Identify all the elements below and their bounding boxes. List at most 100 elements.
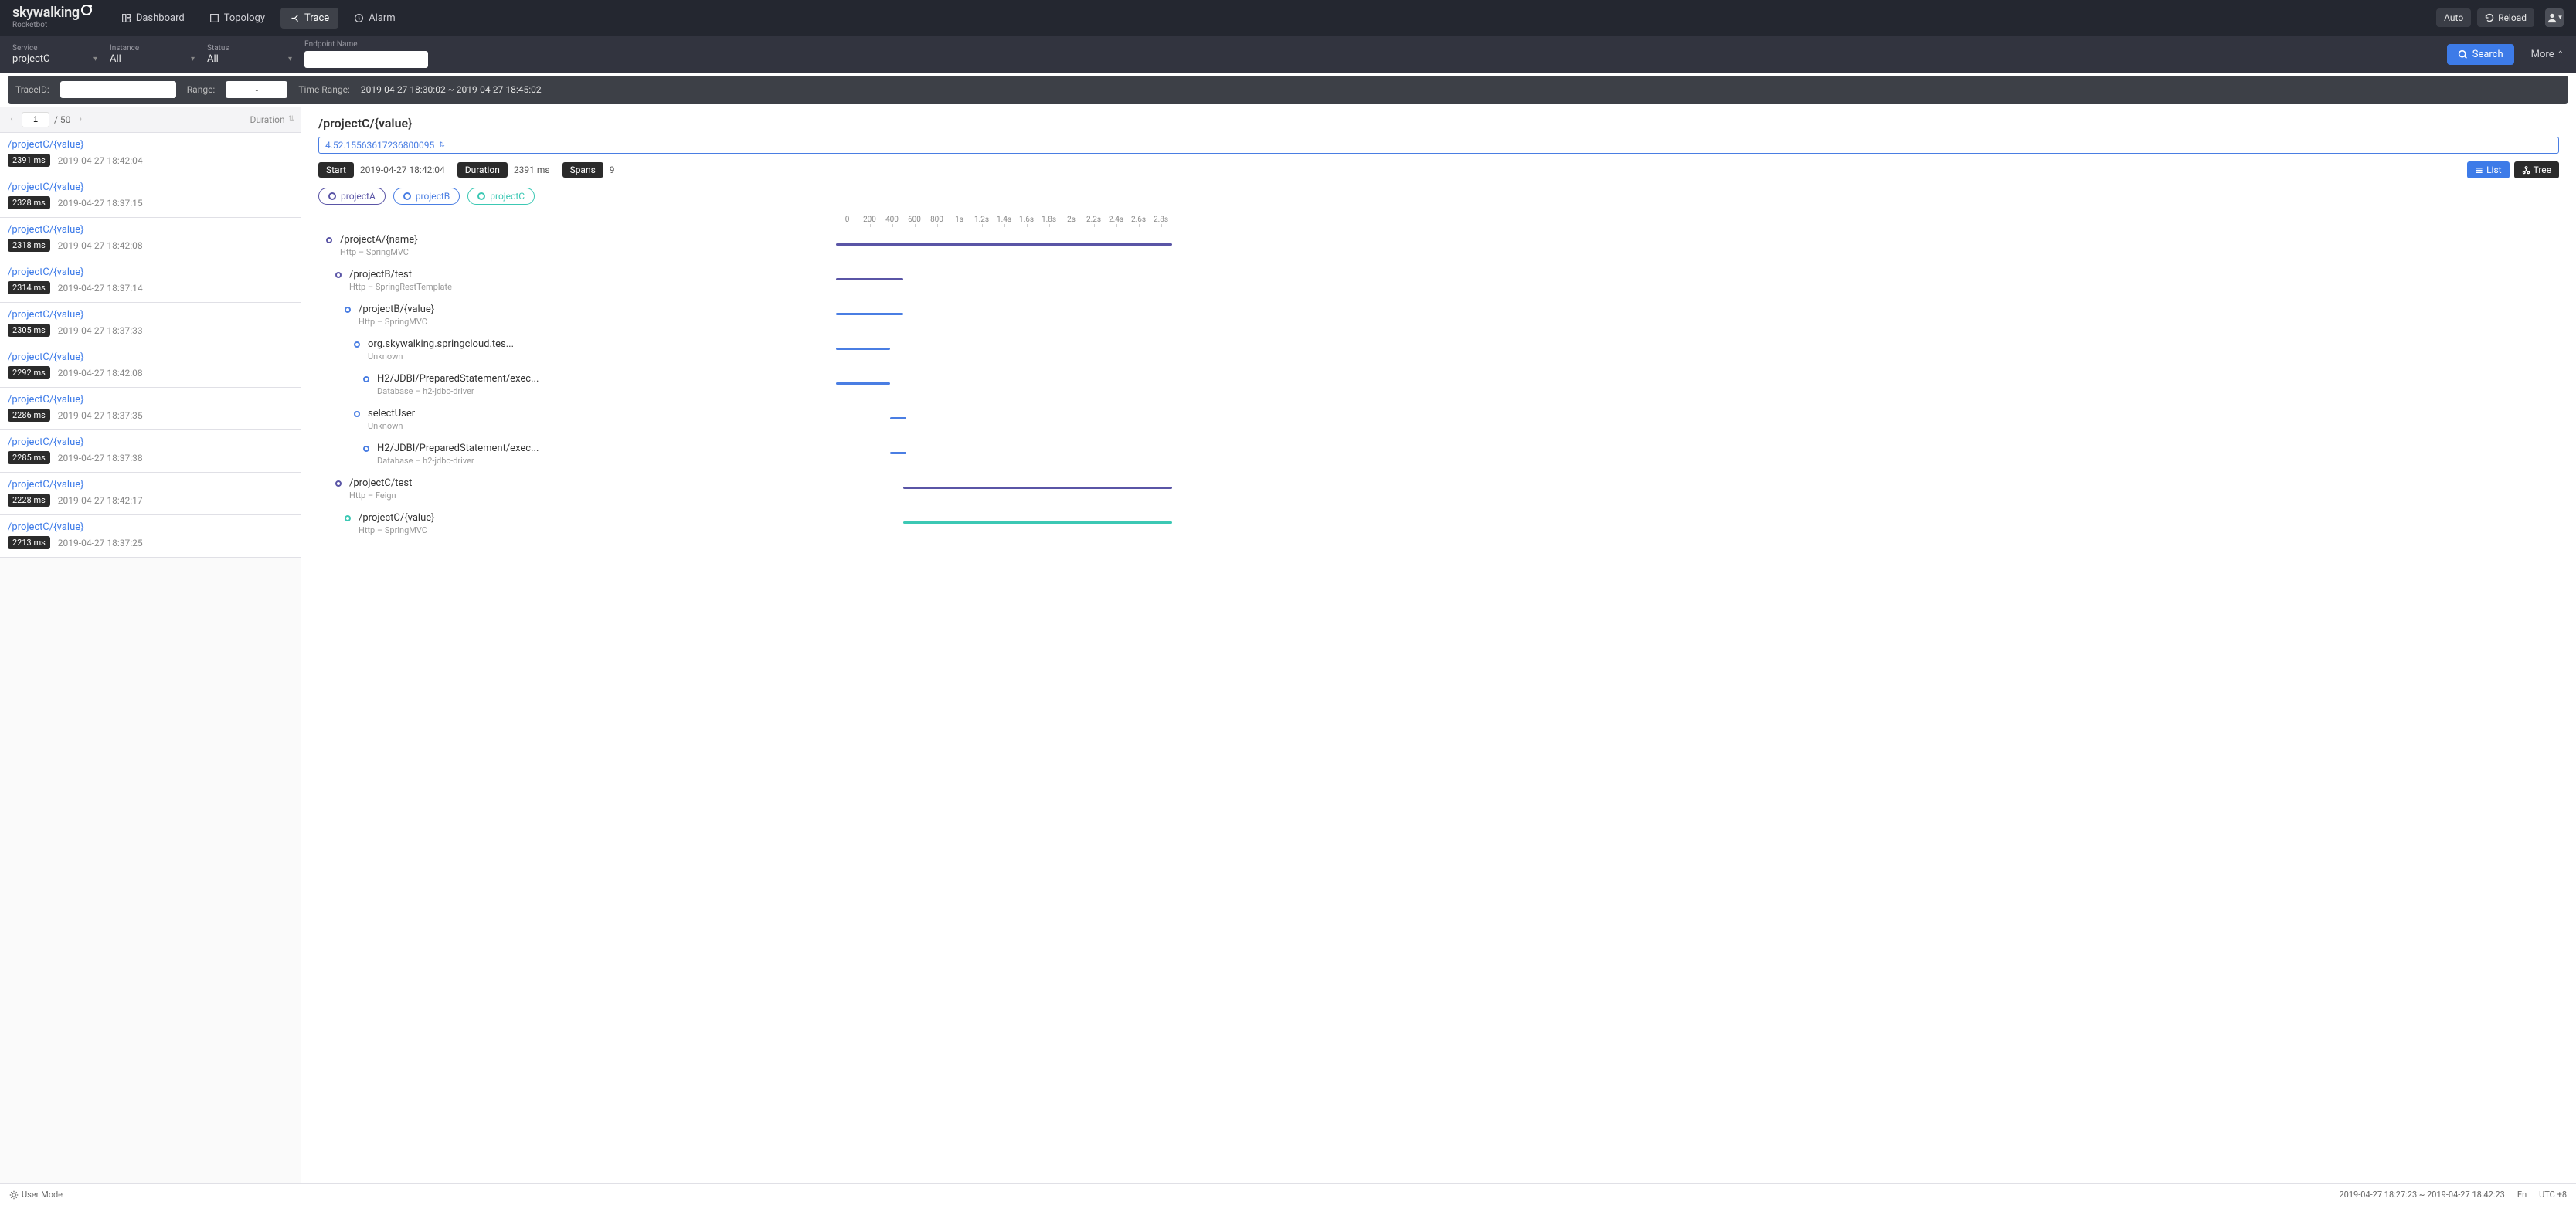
trace-item-name: /projectC/{value} [8, 479, 293, 490]
brand: skywalking Rocketbot [12, 6, 92, 29]
nav-topology[interactable]: Topology [200, 8, 274, 29]
querybar: TraceID: Range: Time Range: 2019-04-27 1… [8, 76, 2568, 104]
span-row[interactable]: org.skywalking.springcloud.tes... Unknow… [318, 331, 2559, 366]
trace-item[interactable]: /projectC/{value} 2286 ms 2019-04-27 18:… [0, 388, 301, 430]
trace-item-duration: 2318 ms [8, 239, 50, 252]
nav-dashboard[interactable]: Dashboard [112, 8, 194, 29]
list-label: List [2486, 165, 2502, 175]
service-select[interactable]: Service projectC ▾ [12, 44, 97, 65]
trace-item[interactable]: /projectC/{value} 2305 ms 2019-04-27 18:… [0, 303, 301, 345]
span-row[interactable]: /projectC/{value} Http – SpringMVC [318, 505, 2559, 540]
span-title: H2/JDBI/PreparedStatement/exec... [377, 373, 539, 386]
span-row[interactable]: /projectA/{name} Http – SpringMVC [318, 227, 2559, 262]
topology-icon [209, 13, 219, 23]
trace-item[interactable]: /projectC/{value} 2292 ms 2019-04-27 18:… [0, 345, 301, 388]
trace-item[interactable]: /projectC/{value} 2213 ms 2019-04-27 18:… [0, 515, 301, 558]
trace-item[interactable]: /projectC/{value} 2314 ms 2019-04-27 18:… [0, 260, 301, 303]
range-label: Range: [187, 84, 216, 95]
span-subtitle: Unknown [368, 351, 514, 362]
span-row[interactable]: /projectB/test Http – SpringRestTemplate [318, 262, 2559, 297]
traceid-input[interactable] [60, 81, 176, 98]
span-subtitle: Http – SpringMVC [359, 317, 434, 328]
instance-value: All [110, 53, 195, 65]
nav-dashboard-label: Dashboard [136, 12, 185, 24]
search-icon [2458, 49, 2468, 59]
tree-view-button[interactable]: Tree [2514, 161, 2559, 178]
trace-item-name: /projectC/{value} [8, 521, 293, 533]
instance-select[interactable]: Instance All ▾ [110, 44, 195, 65]
trace-list[interactable]: /projectC/{value} 2391 ms 2019-04-27 18:… [0, 133, 301, 1183]
nav-alarm[interactable]: Alarm [345, 8, 405, 29]
span-dot-icon [363, 446, 369, 452]
list-view-button[interactable]: List [2467, 161, 2510, 178]
more-button[interactable]: More ⌃ [2531, 49, 2564, 60]
trace-item-time: 2019-04-27 18:37:33 [58, 325, 143, 336]
trace-item[interactable]: /projectC/{value} 2391 ms 2019-04-27 18:… [0, 133, 301, 175]
span-subtitle: Database – h2-jdbc-driver [377, 386, 539, 397]
span-bar [836, 278, 903, 280]
user-mode-button[interactable]: User Mode [22, 1190, 63, 1200]
instance-label: Instance [110, 44, 195, 53]
trace-list-header: ‹ / 50 › Duration ⇅ [0, 107, 301, 133]
page-input[interactable] [22, 112, 49, 127]
timerange-value: 2019-04-27 18:30:02 ~ 2019-04-27 18:45:0… [361, 84, 542, 95]
start-label: Start [318, 162, 354, 178]
legend-project-c[interactable]: projectC [467, 188, 535, 205]
legend: projectA projectB projectC [318, 188, 2559, 205]
legend-project-a[interactable]: projectA [318, 188, 386, 205]
sort-select[interactable]: Duration ⇅ [250, 114, 294, 125]
span-title: /projectA/{name} [340, 234, 418, 247]
legend-b-label: projectB [416, 191, 450, 202]
ruler-tick: 2s [1060, 216, 1082, 224]
brand-name: skywalking [12, 6, 80, 20]
timeline-ruler: 02004006008001s1.2s1.4s1.6s1.8s2s2.2s2.4… [836, 211, 2559, 227]
chevron-down-icon: ▾ [191, 55, 195, 63]
trace-item-duration: 2328 ms [8, 196, 50, 209]
trace-item-name: /projectC/{value} [8, 139, 293, 151]
nav-trace[interactable]: Trace [280, 8, 338, 29]
trace-id-select[interactable]: 4.52.15563617236800095 ⇅ [318, 137, 2559, 154]
trace-item-name: /projectC/{value} [8, 266, 293, 278]
auto-button[interactable]: Auto [2436, 8, 2471, 27]
page-prev-button[interactable]: ‹ [6, 114, 17, 125]
span-row[interactable]: selectUser Unknown [318, 401, 2559, 436]
nav-topology-label: Topology [224, 12, 265, 24]
circle-icon [477, 192, 485, 200]
trace-item-duration: 2305 ms [8, 324, 50, 337]
ruler-tick: 1.8s [1038, 216, 1060, 224]
search-button[interactable]: Search [2447, 44, 2514, 65]
span-row[interactable]: /projectC/test Http – Feign [318, 470, 2559, 505]
span-row[interactable]: H2/JDBI/PreparedStatement/exec... Databa… [318, 366, 2559, 401]
user-avatar[interactable]: ▾ [2545, 8, 2564, 27]
span-title: /projectC/test [349, 477, 412, 490]
footer-tz[interactable]: UTC +8 [2539, 1190, 2567, 1200]
trace-item[interactable]: /projectC/{value} 2318 ms 2019-04-27 18:… [0, 218, 301, 260]
trace-item-time: 2019-04-27 18:42:08 [58, 240, 143, 251]
trace-list-pane: ‹ / 50 › Duration ⇅ /projectC/{value} 23… [0, 107, 301, 1183]
chevron-up-icon: ⌃ [2557, 50, 2564, 59]
span-row[interactable]: /projectB/{value} Http – SpringMVC [318, 297, 2559, 331]
timeline[interactable]: 02004006008001s1.2s1.4s1.6s1.8s2s2.2s2.4… [318, 211, 2559, 1183]
spans-value: 9 [610, 165, 615, 175]
page-next-button[interactable]: › [75, 114, 86, 125]
trace-item[interactable]: /projectC/{value} 2228 ms 2019-04-27 18:… [0, 473, 301, 515]
footer-lang[interactable]: En [2517, 1190, 2527, 1200]
trace-item[interactable]: /projectC/{value} 2285 ms 2019-04-27 18:… [0, 430, 301, 473]
range-input[interactable] [226, 81, 287, 98]
span-row[interactable]: H2/JDBI/PreparedStatement/exec... Databa… [318, 436, 2559, 470]
view-toggles: List Tree [2467, 161, 2559, 178]
ruler-tick: 2.8s [1150, 216, 1172, 224]
page-total: / 50 [54, 114, 70, 125]
tree-icon [2522, 166, 2530, 175]
trace-item[interactable]: /projectC/{value} 2328 ms 2019-04-27 18:… [0, 175, 301, 218]
trace-item-name: /projectC/{value} [8, 436, 293, 448]
status-select[interactable]: Status All ▾ [207, 44, 292, 65]
trace-item-time: 2019-04-27 18:37:15 [58, 198, 143, 209]
endpoint-input[interactable] [304, 51, 428, 68]
footer-timerange[interactable]: 2019-04-27 18:27:23 ~ 2019-04-27 18:42:2… [2340, 1190, 2505, 1200]
reload-button[interactable]: Reload [2477, 8, 2534, 27]
legend-project-b[interactable]: projectB [393, 188, 460, 205]
trace-item-duration: 2286 ms [8, 409, 50, 422]
dashboard-icon [121, 13, 131, 23]
chevron-down-icon: ▾ [288, 55, 292, 63]
